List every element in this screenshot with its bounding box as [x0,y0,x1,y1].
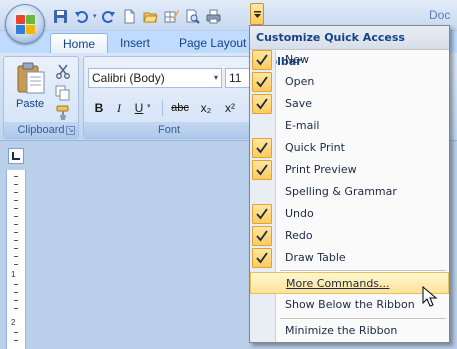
checkmark-icon [252,204,272,224]
customize-arrow-icon [253,10,261,18]
menu-item-more-commands[interactable]: More Commands... [250,272,449,294]
font-name-dropdown-icon[interactable]: ▾ [214,69,218,87]
tab-insert[interactable]: Insert [120,33,150,53]
left-tab-icon [12,152,20,160]
window-title: Doc [429,8,451,22]
menu-item-print-preview[interactable]: Print Preview [250,159,449,181]
menu-item-save[interactable]: Save [250,93,449,115]
menu-item-open[interactable]: Open [250,71,449,93]
menu-item-email[interactable]: E-mail [250,115,449,137]
draw-table-icon[interactable] [162,7,181,26]
menu-item-show-below-ribbon[interactable]: Show Below the Ribbon [250,294,449,316]
menu-item-draw-table[interactable]: Draw Table [250,247,449,269]
paste-icon [17,62,45,94]
font-name-box[interactable]: Calibri (Body) ▾ [88,68,222,88]
checkmark-icon [252,248,272,268]
font-group-label: Font [84,122,254,138]
customize-qat-button[interactable] [250,3,264,25]
italic-button[interactable]: I [111,98,127,118]
strikethrough-button[interactable]: abc [168,98,192,118]
underline-dropdown-icon[interactable]: ▾ [147,102,151,110]
tab-selector-button[interactable] [8,148,24,164]
menu-item-undo[interactable]: Undo [250,203,449,225]
checkmark-icon [252,50,272,70]
menu-item-new[interactable]: New [250,49,449,71]
font-group: Calibri (Body) ▾ 11 B I U ▾ abc x₂ x² Fo… [83,56,255,139]
checkmark-icon [252,94,272,114]
ruler-number: 2 [11,318,16,327]
bold-button[interactable]: B [91,98,107,118]
menu-title: Customize Quick Access Toolbar [250,26,449,68]
mouse-pointer-icon [422,286,438,307]
quick-access-toolbar: ▾ [51,6,225,26]
tab-home[interactable]: Home [50,33,109,53]
menu-item-quick-print[interactable]: Quick Print [250,137,449,159]
open-folder-icon[interactable] [141,7,160,26]
save-icon[interactable] [51,7,70,26]
font-name-value: Calibri (Body) [92,71,165,85]
menu-item-redo[interactable]: Redo [250,225,449,247]
superscript-button[interactable]: x² [220,98,240,118]
menu-item-minimize-ribbon[interactable]: Minimize the Ribbon [250,320,449,342]
checkmark-icon [252,160,272,180]
checkmark-icon [252,226,272,246]
ruler-number: 1 [11,270,16,279]
format-separator [162,100,163,116]
print-preview-icon[interactable] [183,7,202,26]
checkmark-icon [252,72,272,92]
paste-label[interactable]: Paste [16,98,44,110]
customize-qat-menu: Customize Quick Access Toolbar New Open … [249,25,450,343]
menu-separator [280,270,446,271]
vertical-ruler[interactable]: 1 2 [6,170,26,349]
cut-icon[interactable] [55,63,71,79]
quick-print-icon[interactable] [204,7,223,26]
underline-button[interactable]: U [131,98,147,118]
checkmark-icon [252,138,272,158]
office-button[interactable] [5,4,45,44]
clipboard-group: Paste Clipboard ↘ [3,56,79,139]
subscript-button[interactable]: x₂ [196,98,216,118]
format-painter-icon[interactable] [55,105,71,121]
menu-item-spelling-grammar[interactable]: Spelling & Grammar [250,181,449,203]
office-logo-icon [16,15,36,35]
new-document-icon[interactable] [120,7,139,26]
menu-separator [280,318,446,319]
undo-icon[interactable] [72,7,91,26]
tab-page-layout[interactable]: Page Layout [179,33,246,53]
font-size-value: 11 [229,71,242,85]
copy-icon[interactable] [55,85,71,101]
redo-icon[interactable] [99,7,118,26]
paste-button[interactable] [14,61,48,95]
clipboard-launcher-icon[interactable]: ↘ [66,126,75,135]
